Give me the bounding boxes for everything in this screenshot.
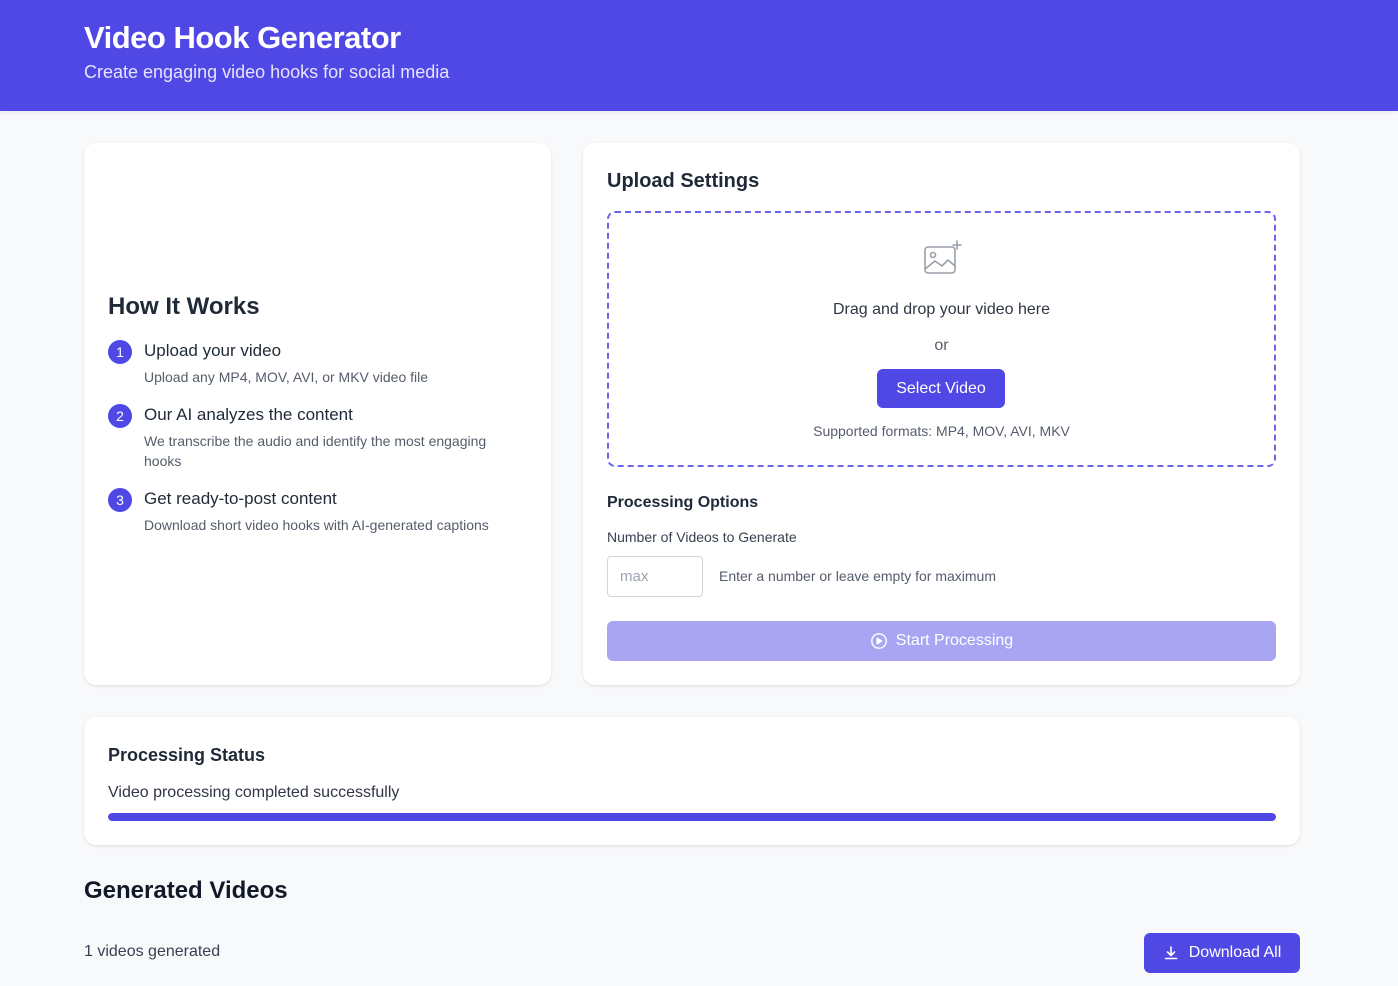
processing-options-title: Processing Options	[607, 494, 759, 511]
step-number: 3	[108, 488, 132, 512]
how-it-works-card: How It Works 1 Upload your video Upload …	[84, 143, 551, 685]
start-processing-label: Start Processing	[895, 632, 1014, 649]
video-dropzone[interactable]: Drag and drop your video here or Select …	[607, 211, 1276, 467]
select-video-button[interactable]: Select Video	[877, 369, 1005, 408]
progress-bar	[108, 813, 1276, 821]
dropzone-text: Drag and drop your video here	[832, 301, 1051, 318]
video-count-label: Number of Videos to Generate	[607, 529, 797, 545]
processing-status-message: Video processing completed successfully	[108, 784, 400, 801]
step-description: We transcribe the audio and identify the…	[144, 433, 487, 469]
upload-settings-card: Upload Settings Drag and drop your video…	[583, 143, 1300, 685]
video-count-hint: Enter a number or leave empty for maximu…	[719, 568, 996, 584]
image-plus-icon	[924, 240, 962, 274]
start-processing-button[interactable]: Start Processing	[607, 621, 1276, 661]
processing-status-card: Processing Status Video processing compl…	[84, 717, 1300, 845]
app-subtitle: Create engaging video hooks for social m…	[84, 62, 450, 82]
generated-videos-title: Generated Videos	[84, 877, 288, 904]
download-icon	[1164, 946, 1178, 960]
step-description: Download short video hooks with AI-gener…	[144, 517, 489, 533]
dropzone-or: or	[934, 337, 949, 354]
step-number: 2	[108, 404, 132, 428]
step-title: Upload your video	[144, 341, 282, 360]
step-title: Our AI analyzes the content	[144, 405, 353, 424]
step-number: 1	[108, 340, 132, 364]
app-header: Video Hook Generator Create engaging vid…	[0, 0, 1398, 111]
app-title: Video Hook Generator	[84, 20, 401, 55]
play-circle-icon	[870, 633, 887, 649]
video-count-input[interactable]	[607, 556, 703, 597]
supported-formats: Supported formats: MP4, MOV, AVI, MKV	[813, 423, 1070, 439]
upload-settings-title: Upload Settings	[607, 170, 760, 192]
download-all-label: Download All	[1188, 944, 1282, 961]
download-all-button[interactable]: Download All	[1144, 933, 1300, 973]
processing-status-title: Processing Status	[108, 745, 266, 765]
how-it-works-title: How It Works	[108, 293, 260, 320]
step-title: Get ready-to-post content	[144, 489, 337, 508]
step-description: Upload any MP4, MOV, AVI, or MKV video f…	[144, 369, 429, 385]
progress-bar-fill	[108, 813, 1276, 821]
generated-videos-count: 1 videos generated	[84, 943, 221, 960]
